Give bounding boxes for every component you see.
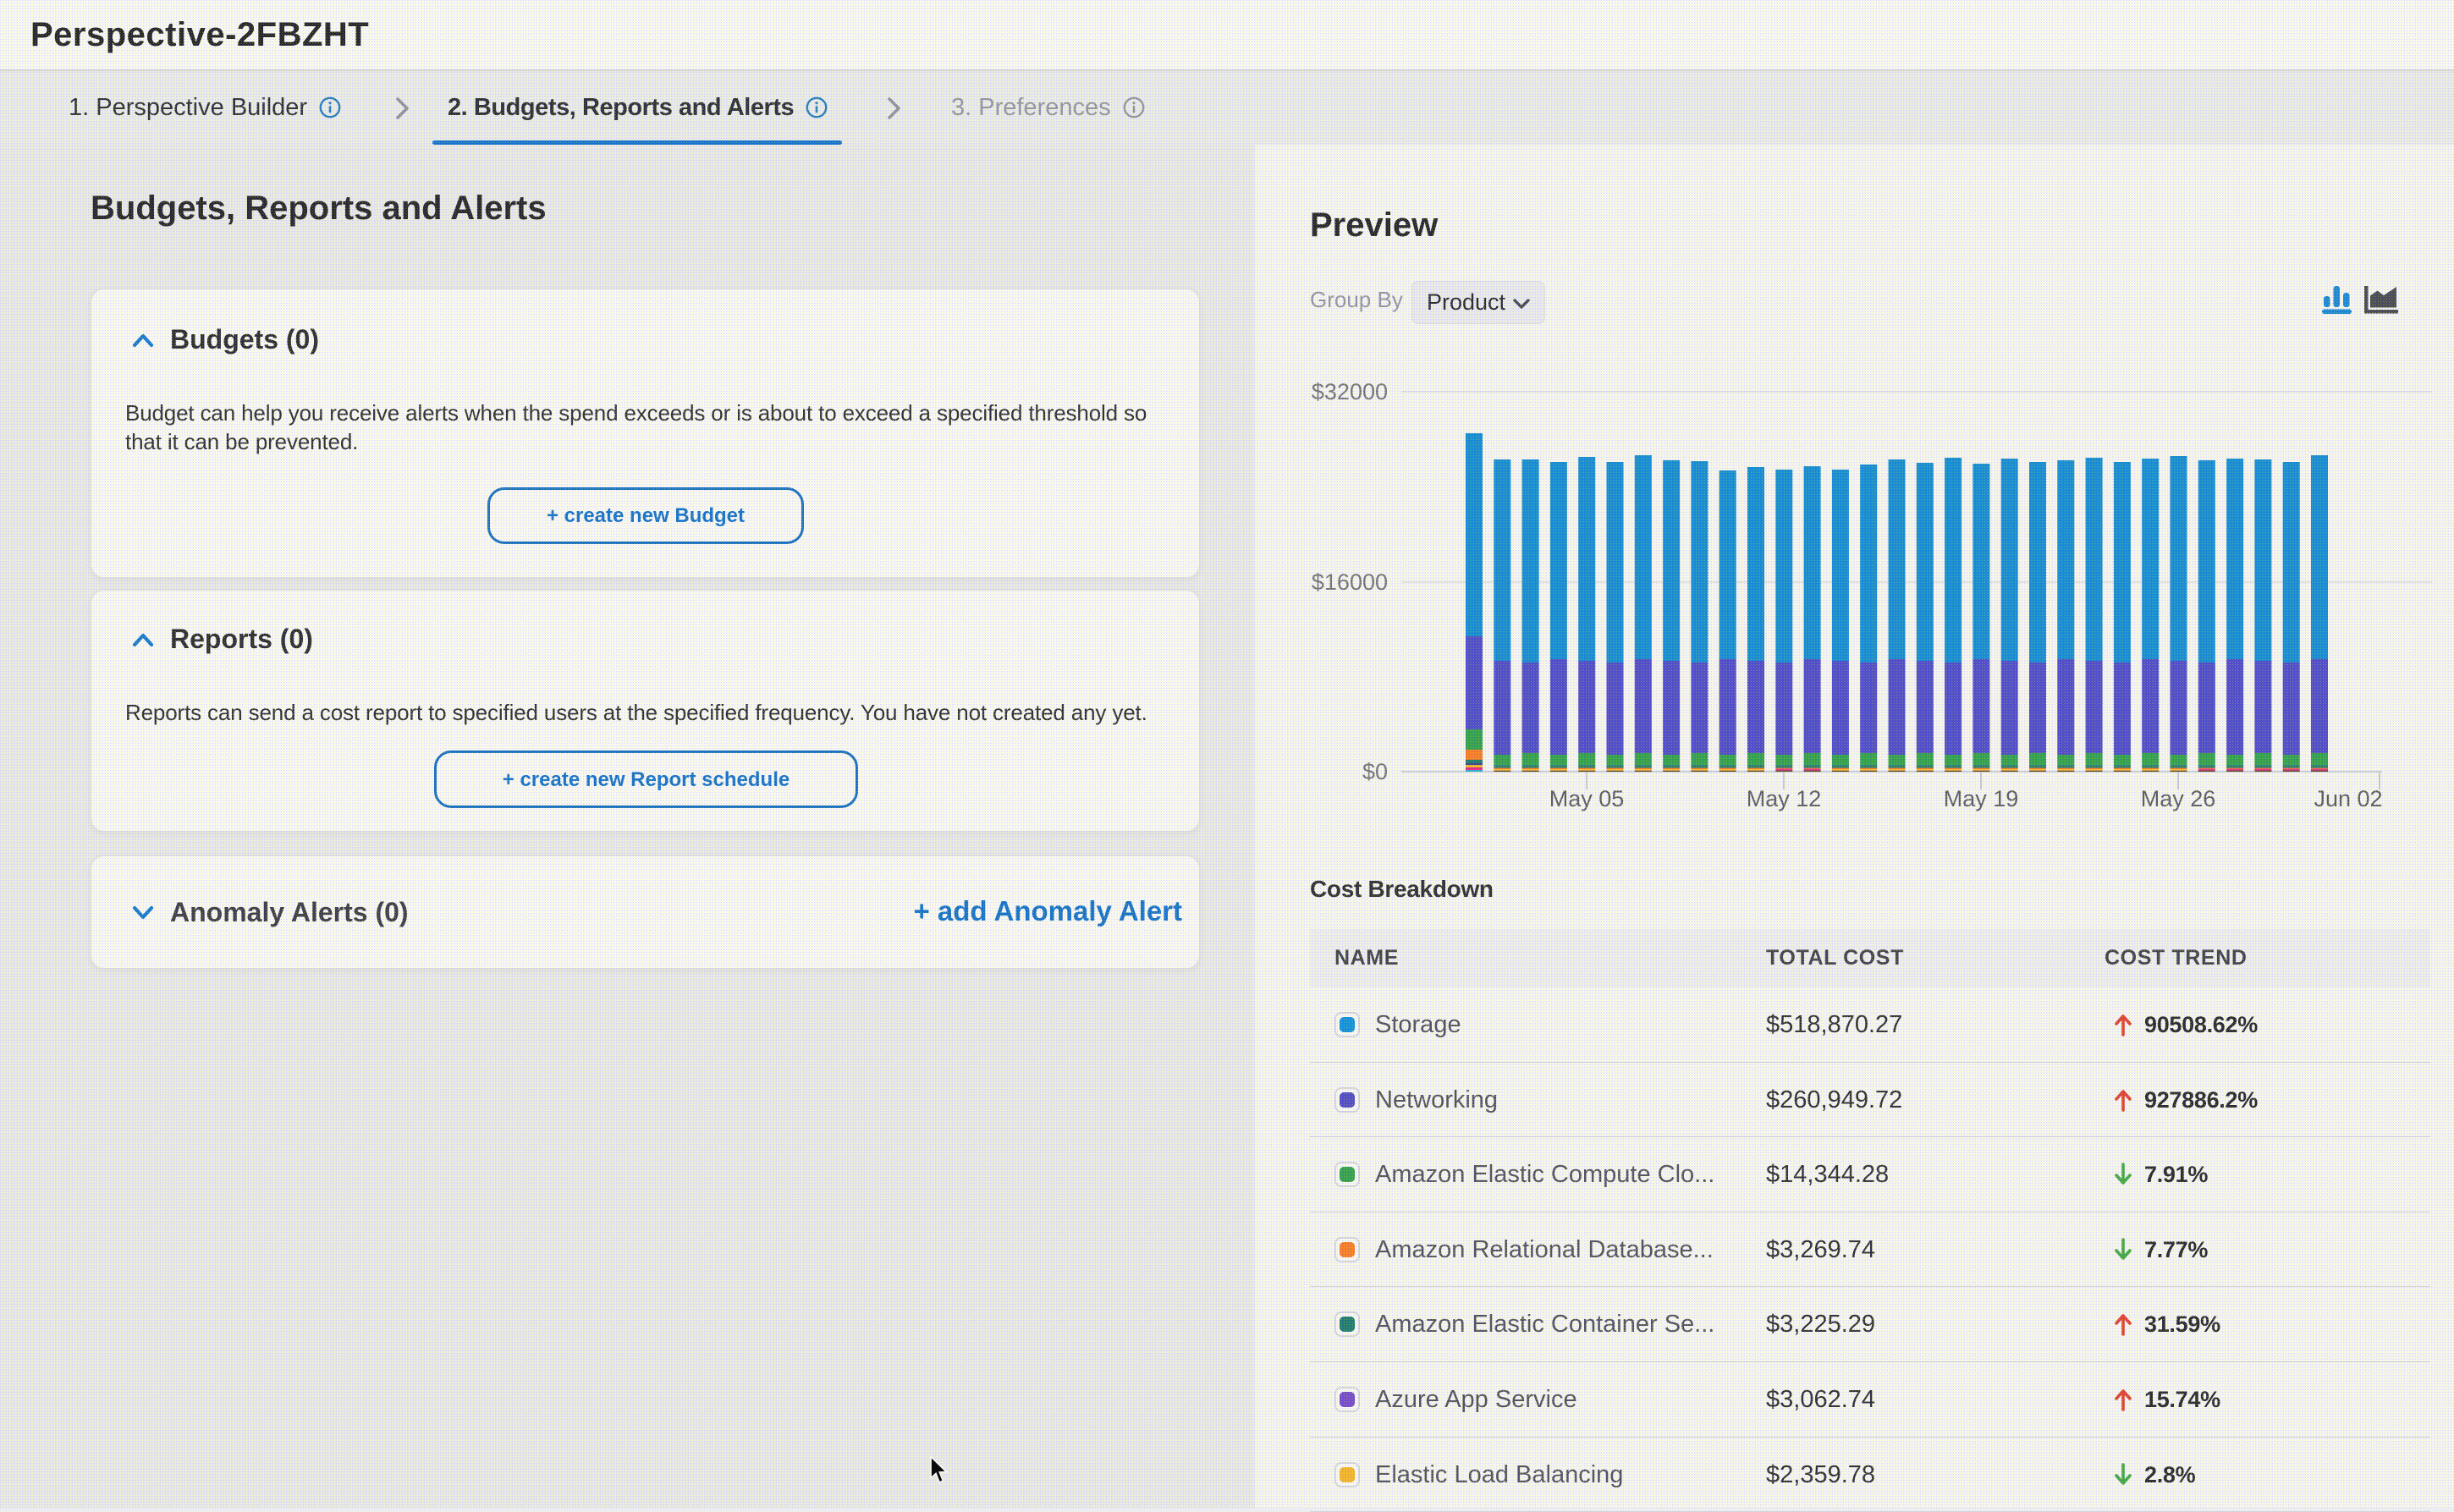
svg-text:May 26: May 26 [2141,786,2216,811]
svg-text:$32000: $32000 [1312,379,1388,404]
svg-text:May 19: May 19 [1944,786,2019,811]
svg-text:$16000: $16000 [1312,569,1388,595]
svg-text:May 05: May 05 [1549,786,1625,811]
svg-text:May 12: May 12 [1747,786,1822,811]
svg-text:Jun 02: Jun 02 [2314,786,2382,811]
svg-text:$0: $0 [1362,759,1388,784]
